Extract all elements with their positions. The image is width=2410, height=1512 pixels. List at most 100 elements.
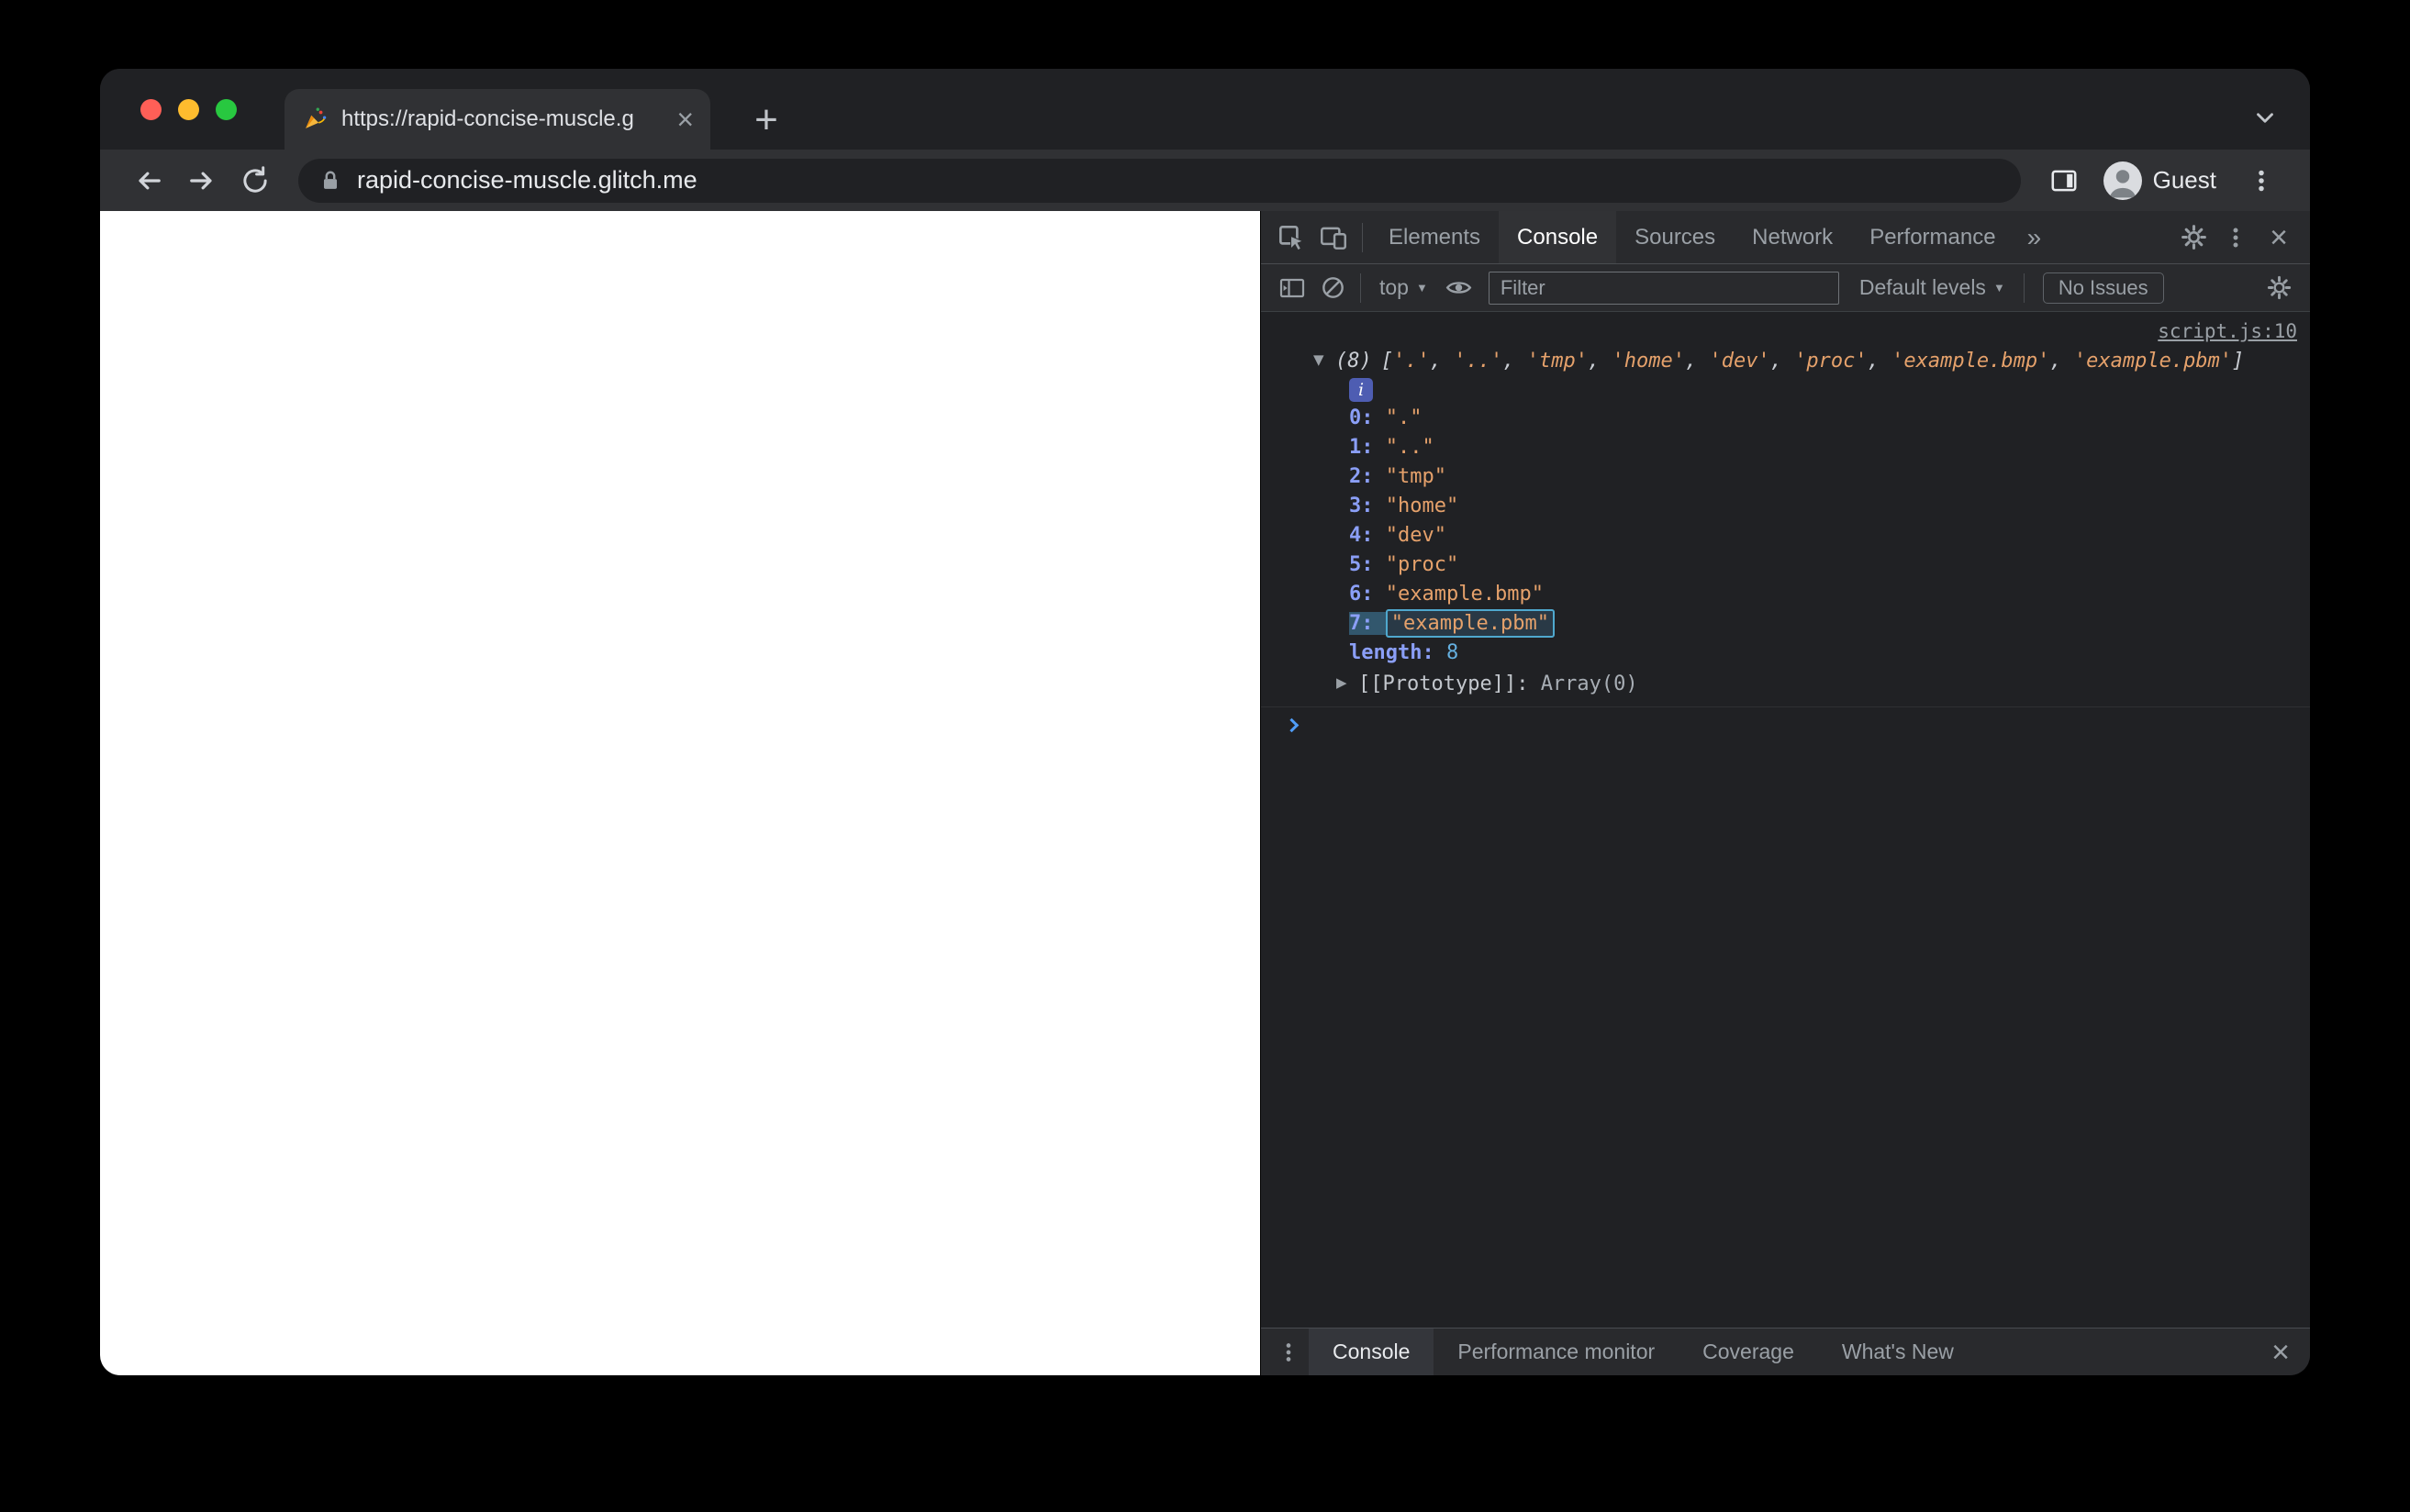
preview-string: 'home' xyxy=(1612,350,1685,372)
prototype-value: Array(0) xyxy=(1540,673,1638,695)
tab-console[interactable]: Console xyxy=(1499,211,1617,263)
preview-separator: , xyxy=(1684,350,1710,372)
preview-separator: , xyxy=(1769,350,1795,372)
separator xyxy=(1362,222,1363,252)
side-panel-button[interactable] xyxy=(2037,154,2091,207)
console-toolbar: top ▼ Default levels ▼ No Issues xyxy=(1261,264,2310,312)
tab-network[interactable]: Network xyxy=(1734,211,1851,263)
console-array-entry[interactable]: 6: "example.bmp" xyxy=(1283,580,2297,609)
more-tabs-button[interactable]: » xyxy=(2014,223,2055,252)
preview-string: 'proc' xyxy=(1794,350,1868,372)
collapse-expander-icon[interactable]: ▼ xyxy=(1313,345,1335,374)
entry-value: ".." xyxy=(1385,436,1434,459)
length-value: 8 xyxy=(1445,641,1459,664)
browser-tab[interactable]: https://rapid-concise-muscle.g × xyxy=(285,89,710,150)
console-filter-input[interactable] xyxy=(1488,271,1839,305)
separator xyxy=(1360,272,1361,303)
expand-prototype-icon[interactable]: ▶ xyxy=(1336,668,1358,697)
console-array-entry[interactable]: 7: "example.pbm" xyxy=(1283,609,2297,639)
console-array-entry[interactable]: 1: ".." xyxy=(1283,433,2297,462)
preview-separator: , xyxy=(1502,350,1527,372)
tab-title: https://rapid-concise-muscle.g xyxy=(341,106,634,131)
preview-separator: , xyxy=(1429,350,1455,372)
drawer-tabs: Console Performance monitor Coverage What's… xyxy=(1309,1329,1978,1375)
drawer-tab-console[interactable]: Console xyxy=(1309,1329,1434,1375)
console-array-entry[interactable]: 3: "home" xyxy=(1283,492,2297,521)
console-array-entry[interactable]: 0: "." xyxy=(1283,404,2297,433)
entry-value: "tmp" xyxy=(1385,465,1446,488)
close-window-button[interactable] xyxy=(140,99,162,120)
devtools-panel: Elements Console Sources Network Performance… xyxy=(1260,211,2310,1375)
entry-index: 4: xyxy=(1349,524,1386,547)
devtools-main-tabs: Elements Console Sources Network Performance xyxy=(1370,211,2014,263)
drawer-tab-what-s-new[interactable]: What's New xyxy=(1818,1329,1978,1375)
chevron-down-icon: ▼ xyxy=(1415,281,1428,295)
tab-close-icon[interactable]: × xyxy=(676,105,694,134)
new-tab-button[interactable]: + xyxy=(741,94,792,146)
forward-button[interactable] xyxy=(175,154,229,207)
console-prompt[interactable] xyxy=(1261,707,2310,733)
devtools-close-icon[interactable]: × xyxy=(2257,222,2301,253)
minimize-window-button[interactable] xyxy=(178,99,199,120)
url-text: rapid-concise-muscle.glitch.me xyxy=(357,166,697,194)
lock-icon[interactable] xyxy=(317,167,344,195)
preview-string: 'tmp' xyxy=(1526,350,1588,372)
back-button[interactable] xyxy=(122,154,175,207)
devtools-tab-bar: Elements Console Sources Network Performance… xyxy=(1261,211,2310,264)
console-array-entry[interactable]: 2: "tmp" xyxy=(1283,462,2297,492)
console-sidebar-icon[interactable] xyxy=(1272,268,1312,308)
tab-sources[interactable]: Sources xyxy=(1616,211,1734,263)
tab-performance[interactable]: Performance xyxy=(1851,211,2014,263)
party-popper-favicon-icon xyxy=(301,106,329,133)
tab-elements[interactable]: Elements xyxy=(1370,211,1499,263)
devtools-menu-kebab-icon[interactable] xyxy=(2215,217,2257,259)
issues-counter[interactable]: No Issues xyxy=(2042,272,2164,304)
entry-index: 7: xyxy=(1349,612,1386,635)
traffic-lights xyxy=(140,99,237,120)
reload-button[interactable] xyxy=(229,154,282,207)
profile-chip[interactable]: Guest xyxy=(2091,161,2235,200)
log-levels-dropdown[interactable]: Default levels ▼ xyxy=(1848,275,2016,300)
entry-index: 5: xyxy=(1349,553,1386,576)
console-output: script.js:10 ▼ (8) ['.', '..', 'tmp', 'hom… xyxy=(1261,312,2310,1328)
inspect-element-icon[interactable] xyxy=(1270,217,1312,259)
chevron-down-icon: ▼ xyxy=(1992,281,2005,295)
prototype-row[interactable]: ▶ [[Prototype]]: Array(0) xyxy=(1283,668,2297,699)
entry-index: 6: xyxy=(1349,583,1386,606)
settings-gear-icon[interactable] xyxy=(2172,217,2215,259)
entry-index: 1: xyxy=(1349,436,1386,459)
devtools-drawer: Console Performance monitor Coverage What's… xyxy=(1261,1328,2310,1375)
entry-index: 2: xyxy=(1349,465,1386,488)
prototype-key: [[Prototype]] xyxy=(1358,673,1517,695)
source-link[interactable]: script.js:10 xyxy=(1283,317,2297,345)
console-settings-gear-icon[interactable] xyxy=(2259,268,2299,308)
array-preview-row[interactable]: ▼ (8) ['.', '..', 'tmp', 'home', 'dev', 'p… xyxy=(1283,345,2297,376)
drawer-menu-kebab-icon[interactable] xyxy=(1268,1332,1309,1373)
preview-string: 'example.pbm' xyxy=(2073,350,2233,372)
browser-toolbar: rapid-concise-muscle.glitch.me Guest xyxy=(100,150,2310,211)
clear-console-icon[interactable] xyxy=(1312,268,1353,308)
key-value-separator: : xyxy=(1422,641,1446,664)
entry-index: 3: xyxy=(1349,495,1386,517)
drawer-tab-coverage[interactable]: Coverage xyxy=(1679,1329,1818,1375)
prompt-chevron-icon xyxy=(1284,717,1300,733)
close-bracket: ] xyxy=(2232,350,2245,372)
address-bar[interactable]: rapid-concise-muscle.glitch.me xyxy=(298,158,2021,203)
drawer-tab-performance-monitor[interactable]: Performance monitor xyxy=(1434,1329,1679,1375)
console-message: script.js:10 ▼ (8) ['.', '..', 'tmp', 'hom… xyxy=(1261,312,2310,707)
tab-search-chevron-icon[interactable] xyxy=(2251,104,2279,136)
preview-separator: , xyxy=(1587,350,1612,372)
context-selector[interactable]: top ▼ xyxy=(1368,275,1439,300)
browser-menu-kebab-icon[interactable] xyxy=(2235,154,2288,207)
live-expression-eye-icon[interactable] xyxy=(1439,268,1479,308)
console-array-entry[interactable]: 4: "dev" xyxy=(1283,521,2297,550)
length-row: length: 8 xyxy=(1283,639,2297,668)
open-bracket: [ xyxy=(1380,350,1393,372)
entry-index: 0: xyxy=(1349,406,1386,429)
console-array-entry[interactable]: 5: "proc" xyxy=(1283,550,2297,580)
info-badge-row: i xyxy=(1283,376,2297,404)
fullscreen-window-button[interactable] xyxy=(216,99,237,120)
drawer-close-icon[interactable]: × xyxy=(2259,1337,2303,1368)
device-toolbar-icon[interactable] xyxy=(1312,217,1355,259)
entry-value: "home" xyxy=(1385,495,1459,517)
